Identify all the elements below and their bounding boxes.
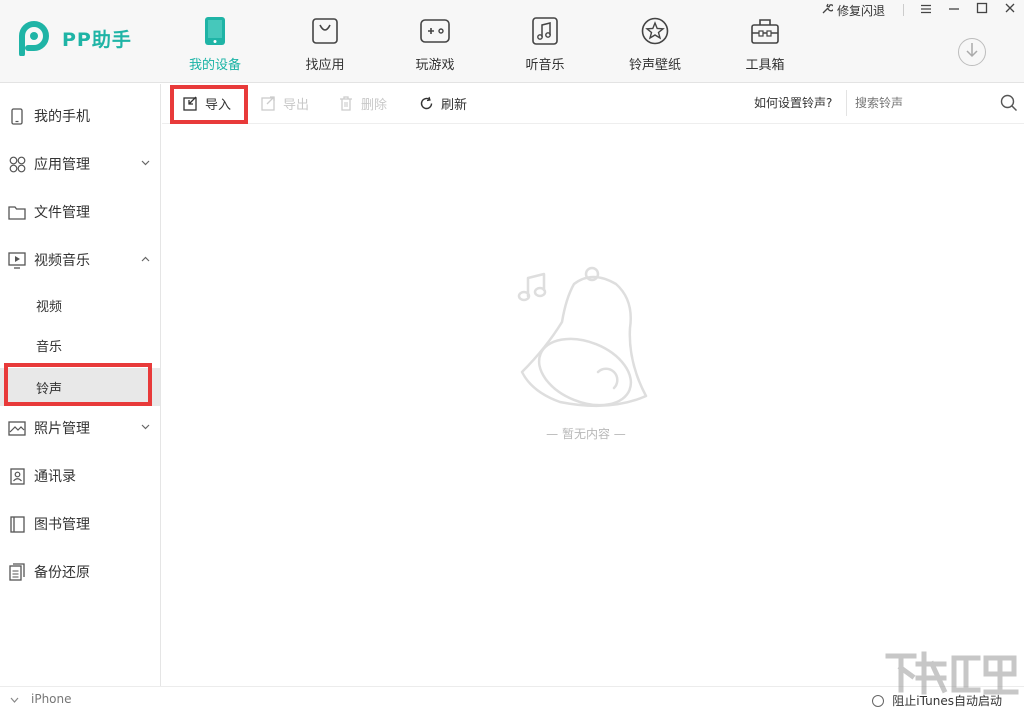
status-bar: iPhone 阻止iTunes自动启动 — [0, 686, 1024, 710]
sidebar-item-contacts[interactable]: 通讯录 — [0, 460, 160, 492]
minimize-icon — [948, 3, 960, 18]
import-label: 导入 — [205, 97, 232, 113]
close-button[interactable] — [996, 0, 1024, 20]
nav-label: 我的设备 — [188, 58, 241, 73]
app-bag-icon — [310, 16, 340, 46]
nav-my-device[interactable]: 我的设备 — [160, 0, 270, 83]
empty-state-text: — 暂无内容 — — [546, 427, 626, 441]
chevron-down-icon — [140, 422, 150, 432]
refresh-button[interactable]: 刷新 — [418, 93, 467, 113]
video-icon — [8, 251, 26, 269]
sidebar-item-label: 图书管理 — [34, 517, 90, 533]
gamepad-icon — [420, 16, 450, 46]
delete-button[interactable]: 删除 — [338, 93, 387, 113]
phone-icon — [200, 16, 230, 46]
delete-label: 删除 — [361, 97, 388, 113]
sidebar-item-photo-management[interactable]: 照片管理 — [0, 412, 160, 444]
book-icon — [8, 515, 26, 533]
menu-icon — [920, 3, 932, 18]
repair-label: 修复闪退 — [836, 3, 885, 18]
sidebar-subitem-ringtone[interactable]: 铃声 — [0, 368, 160, 406]
nav-label: 工具箱 — [745, 58, 785, 73]
minimize-button[interactable] — [940, 0, 968, 20]
sidebar-subitem-label: 音乐 — [36, 339, 63, 355]
sidebar-subitem-label: 铃声 — [36, 381, 63, 397]
bell-illustration-icon — [510, 262, 670, 422]
nav-label: 玩游戏 — [415, 58, 455, 73]
device-selector[interactable]: iPhone — [10, 692, 72, 706]
top-bar: PP助手 我的设备 找应用 玩游戏 听音乐 铃声壁纸 工具箱 修复闪退 — [0, 0, 1024, 83]
maximize-icon — [976, 2, 988, 18]
repair-crash-button[interactable]: 修复闪退 — [821, 2, 885, 19]
app-name: PP助手 — [62, 28, 132, 51]
sidebar-item-label: 备份还原 — [34, 565, 90, 581]
chevron-down-icon — [140, 158, 150, 168]
sidebar-subitem-label: 视频 — [36, 299, 63, 315]
sidebar-item-book-management[interactable]: 图书管理 — [0, 508, 160, 540]
nav-label: 听音乐 — [525, 58, 565, 73]
menu-button[interactable] — [912, 0, 940, 20]
sidebar-item-video-music[interactable]: 视频音乐 — [0, 244, 160, 276]
nav-ringtones-wallpapers[interactable]: 铃声壁纸 — [600, 0, 710, 83]
sidebar-subitem-video[interactable]: 视频 — [0, 289, 160, 321]
divider — [846, 90, 847, 116]
sidebar-item-label: 文件管理 — [34, 205, 90, 221]
sidebar-item-label: 我的手机 — [34, 109, 90, 125]
sidebar-item-label: 通讯录 — [34, 469, 76, 485]
nav-games[interactable]: 玩游戏 — [380, 0, 490, 83]
export-icon — [260, 95, 276, 111]
folder-icon — [8, 203, 26, 221]
import-button[interactable]: 导入 — [182, 93, 231, 113]
search-input[interactable] — [855, 94, 995, 112]
download-button[interactable] — [958, 38, 986, 66]
import-icon — [182, 95, 198, 111]
chevron-up-icon — [140, 254, 150, 264]
divider — [903, 4, 904, 16]
sidebar-item-file-management[interactable]: 文件管理 — [0, 196, 160, 228]
sidebar-item-label: 照片管理 — [34, 421, 90, 437]
refresh-icon — [418, 95, 434, 111]
nav-toolbox[interactable]: 工具箱 — [710, 0, 820, 83]
star-icon — [640, 16, 670, 46]
contacts-icon — [8, 467, 26, 485]
export-label: 导出 — [283, 97, 310, 113]
backup-icon — [8, 563, 26, 581]
caret-down-icon — [10, 692, 19, 706]
photo-icon — [8, 419, 26, 437]
trash-icon — [338, 95, 354, 111]
sidebar-item-my-phone[interactable]: 我的手机 — [0, 100, 160, 132]
phone-outline-icon — [8, 107, 26, 125]
sidebar-item-label: 视频音乐 — [34, 253, 90, 269]
sidebar-subitem-music[interactable]: 音乐 — [0, 329, 160, 361]
sidebar-item-label: 应用管理 — [34, 157, 90, 173]
sidebar: 我的手机 应用管理 文件管理 视频音乐 视频 音乐 铃声 照片管理 通讯录 图书… — [0, 84, 161, 686]
maximize-button[interactable] — [968, 0, 996, 20]
music-note-icon — [530, 16, 560, 46]
search-icon[interactable] — [1000, 94, 1018, 112]
download-arrow-icon — [965, 42, 979, 62]
nav-find-apps[interactable]: 找应用 — [270, 0, 380, 83]
close-icon — [1004, 2, 1016, 18]
pp-logo-icon — [16, 20, 52, 57]
sidebar-item-backup-restore[interactable]: 备份还原 — [0, 556, 160, 588]
toolbox-icon — [750, 16, 780, 46]
nav-label: 找应用 — [305, 58, 345, 73]
sidebar-item-app-management[interactable]: 应用管理 — [0, 148, 160, 180]
app-logo: PP助手 — [16, 20, 132, 57]
nav-label: 铃声壁纸 — [628, 58, 681, 73]
toolbar: 导入 导出 删除 刷新 如何设置铃声? — [162, 84, 1024, 124]
apps-grid-icon — [8, 155, 26, 173]
wrench-icon — [821, 3, 835, 18]
nav-music[interactable]: 听音乐 — [490, 0, 600, 83]
export-button[interactable]: 导出 — [260, 93, 309, 113]
ringtone-help-link[interactable]: 如何设置铃声? — [754, 94, 832, 111]
device-name: iPhone — [31, 692, 72, 706]
refresh-label: 刷新 — [441, 97, 468, 113]
watermark-logo — [882, 644, 1020, 706]
